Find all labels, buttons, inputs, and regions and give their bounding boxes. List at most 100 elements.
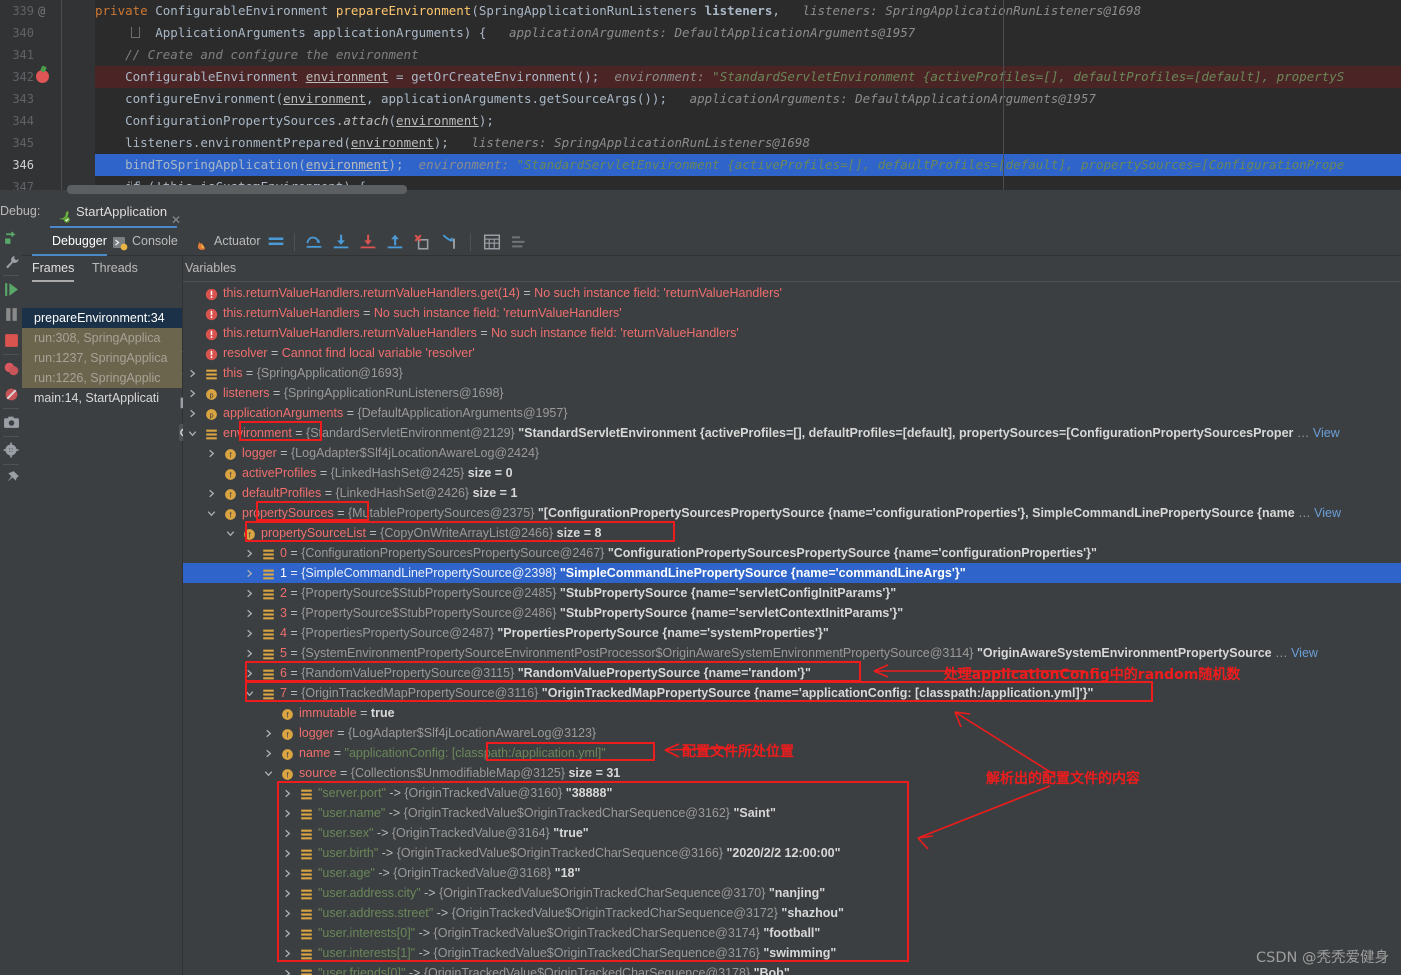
- editor-code-line[interactable]: private ConfigurableEnvironment prepareE…: [95, 0, 1141, 22]
- variable-tree-row[interactable]: f logger = {LogAdapter$Slf4jLocationAware…: [183, 723, 1401, 743]
- chevron-down-icon[interactable]: [187, 427, 198, 439]
- frame-list-item[interactable]: run:308, SpringApplica: [22, 328, 182, 348]
- chevron-right-icon[interactable]: [244, 567, 255, 579]
- chevron-right-icon[interactable]: [187, 407, 198, 419]
- frame-list-item[interactable]: run:1237, SpringApplica: [22, 348, 182, 368]
- frames-list[interactable]: prepareEnvironment:34 run:308, SpringAppl…: [22, 282, 182, 975]
- editor-code-line[interactable]: ConfigurableEnvironment environment = ge…: [95, 66, 1344, 88]
- variable-tree-row[interactable]: f propertySourceList = {CopyOnWriteArrayL…: [183, 523, 1401, 543]
- variable-tree-row[interactable]: environment = {StandardServletEnvironmen…: [183, 423, 1401, 443]
- chevron-right-icon[interactable]: [244, 647, 255, 659]
- camera-icon[interactable]: [3, 414, 20, 431]
- drop-frame-icon[interactable]: [413, 233, 431, 251]
- variable-tree-row[interactable]: this.returnValueHandlers = No such insta…: [183, 303, 1401, 323]
- chevron-right-icon[interactable]: [282, 927, 293, 939]
- variable-tree-row[interactable]: 0 = {ConfigurationPropertySourcesPropert…: [183, 543, 1401, 563]
- frame-list-item[interactable]: run:1226, SpringApplic: [22, 368, 182, 388]
- variable-tree-row[interactable]: 3 = {PropertySource$StubPropertySource@2…: [183, 603, 1401, 623]
- layout-settings-icon[interactable]: [267, 233, 285, 251]
- variable-tree-row[interactable]: "user.birth" -> {OriginTrackedValue$Orig…: [183, 843, 1401, 863]
- code-editor[interactable]: 339 @340 341 342 343 344 345 346 347 private Con…: [0, 0, 1401, 197]
- chevron-down-icon[interactable]: [206, 507, 217, 519]
- variable-tree-row[interactable]: "user.address.city" -> {OriginTrackedVal…: [183, 883, 1401, 903]
- tab-frames[interactable]: Frames: [32, 256, 75, 282]
- variable-tree-row[interactable]: 1 = {SimpleCommandLinePropertySource@239…: [183, 563, 1401, 583]
- editor-code-line[interactable]: // Create and configure the environment: [95, 44, 419, 66]
- chevron-right-icon[interactable]: [244, 587, 255, 599]
- chevron-right-icon[interactable]: [206, 447, 217, 459]
- tab-debugger[interactable]: Debugger: [32, 228, 107, 256]
- variable-tree-row[interactable]: this.returnValueHandlers.returnValueHand…: [183, 283, 1401, 303]
- variable-tree-row[interactable]: f defaultProfiles = {LinkedHashSet@2426} …: [183, 483, 1401, 503]
- variable-tree-row[interactable]: "user.interests[1]" -> {OriginTrackedVal…: [183, 943, 1401, 963]
- chevron-right-icon[interactable]: [187, 387, 198, 399]
- chevron-right-icon[interactable]: [282, 867, 293, 879]
- breakpoint-icon[interactable]: [36, 70, 49, 83]
- variable-tree-row[interactable]: f activeProfiles = {LinkedHashSet@2425} s…: [183, 463, 1401, 483]
- run-to-cursor-icon[interactable]: [440, 233, 458, 251]
- editor-code-line[interactable]: configureEnvironment(environment, applic…: [95, 88, 1096, 110]
- variable-text-segment[interactable]: View: [1291, 646, 1318, 660]
- chevron-right-icon[interactable]: [244, 627, 255, 639]
- variable-tree-row[interactable]: 7 = {OriginTrackedMapPropertySource@3116…: [183, 683, 1401, 703]
- chevron-down-icon[interactable]: [263, 767, 274, 779]
- chevron-right-icon[interactable]: [282, 967, 293, 975]
- tab-threads[interactable]: Threads: [92, 256, 138, 282]
- evaluate-expression-icon[interactable]: [483, 233, 501, 251]
- chevron-right-icon[interactable]: [263, 727, 274, 739]
- variable-tree-row[interactable]: 5 = {SystemEnvironmentPropertySourceEnvi…: [183, 643, 1401, 663]
- pause-program-icon[interactable]: [3, 306, 20, 323]
- mute-breakpoints-icon[interactable]: [3, 386, 20, 403]
- chevron-right-icon[interactable]: [282, 847, 293, 859]
- step-into-icon[interactable]: [332, 233, 350, 251]
- chevron-right-icon[interactable]: [282, 907, 293, 919]
- variable-tree-row[interactable]: 2 = {PropertySource$StubPropertySource@2…: [183, 583, 1401, 603]
- variables-tree[interactable]: this.returnValueHandlers.returnValueHand…: [183, 282, 1401, 975]
- editor-scrollbar-thumb[interactable]: [67, 185, 407, 194]
- chevron-right-icon[interactable]: [282, 787, 293, 799]
- frame-list-item[interactable]: main:14, StartApplicati: [22, 388, 182, 408]
- tab-variables[interactable]: Variables: [185, 256, 236, 282]
- editor-code-line[interactable]: bindToSpringApplication(environment); en…: [95, 154, 1344, 176]
- variable-tree-row[interactable]: p applicationArguments = {DefaultApplicat…: [183, 403, 1401, 423]
- variable-tree-row[interactable]: "user.interests[0]" -> {OriginTrackedVal…: [183, 923, 1401, 943]
- variable-tree-row[interactable]: resolver = Cannot find local variable 'r…: [183, 343, 1401, 363]
- rerun-icon[interactable]: [3, 230, 20, 247]
- variable-tree-row[interactable]: "user.name" -> {OriginTrackedValue$Origi…: [183, 803, 1401, 823]
- editor-code-line[interactable]: ApplicationArguments applicationArgument…: [95, 22, 915, 44]
- settings-list-icon[interactable]: [511, 233, 529, 251]
- editor-gutter[interactable]: 339 @340 341 342 343 344 345 346 347: [0, 0, 62, 197]
- variable-tree-row[interactable]: "user.sex" -> {OriginTrackedValue@3164} …: [183, 823, 1401, 843]
- step-over-icon[interactable]: [305, 233, 323, 251]
- stop-icon[interactable]: [3, 332, 20, 349]
- debug-side-toolbar[interactable]: [0, 228, 22, 975]
- tab-console[interactable]: Console: [112, 228, 178, 256]
- chevron-right-icon[interactable]: [282, 827, 293, 839]
- resume-program-icon[interactable]: [3, 281, 20, 298]
- chevron-down-icon[interactable]: [244, 687, 255, 699]
- chevron-down-icon[interactable]: [225, 527, 236, 539]
- chevron-right-icon[interactable]: [244, 547, 255, 559]
- pin-tab-icon[interactable]: [3, 470, 20, 487]
- editor-code-line[interactable]: ConfigurationPropertySources.attach(envi…: [95, 110, 494, 132]
- view-breakpoints-icon[interactable]: [3, 360, 20, 377]
- run-configuration-tab[interactable]: StartApplication ✕: [50, 197, 181, 228]
- wrench-settings-icon[interactable]: [3, 254, 20, 271]
- chevron-right-icon[interactable]: [244, 607, 255, 619]
- debugger-toolbar[interactable]: Debugger Console Actuator: [22, 228, 1401, 256]
- variable-text-segment[interactable]: View: [1313, 426, 1340, 440]
- editor-horizontal-scrollbar[interactable]: [62, 185, 1401, 194]
- variable-tree-row[interactable]: 4 = {PropertiesPropertySource@2487} "Pro…: [183, 623, 1401, 643]
- chevron-right-icon[interactable]: [282, 947, 293, 959]
- step-out-icon[interactable]: [386, 233, 404, 251]
- chevron-right-icon[interactable]: [263, 747, 274, 759]
- force-step-into-icon[interactable]: [359, 233, 377, 251]
- variable-tree-row[interactable]: f source = {Collections$UnmodifiableMap@3…: [183, 763, 1401, 783]
- chevron-right-icon[interactable]: [206, 487, 217, 499]
- tab-actuator[interactable]: Actuator: [194, 228, 261, 256]
- variable-tree-row[interactable]: this = {SpringApplication@1693}: [183, 363, 1401, 383]
- debugger-subtabs[interactable]: Frames Threads Variables: [22, 256, 1401, 282]
- editor-code-line[interactable]: listeners.environmentPrepared(environmen…: [95, 132, 810, 154]
- variable-tree-row[interactable]: f logger = {LogAdapter$Slf4jLocationAware…: [183, 443, 1401, 463]
- chevron-right-icon[interactable]: [187, 367, 198, 379]
